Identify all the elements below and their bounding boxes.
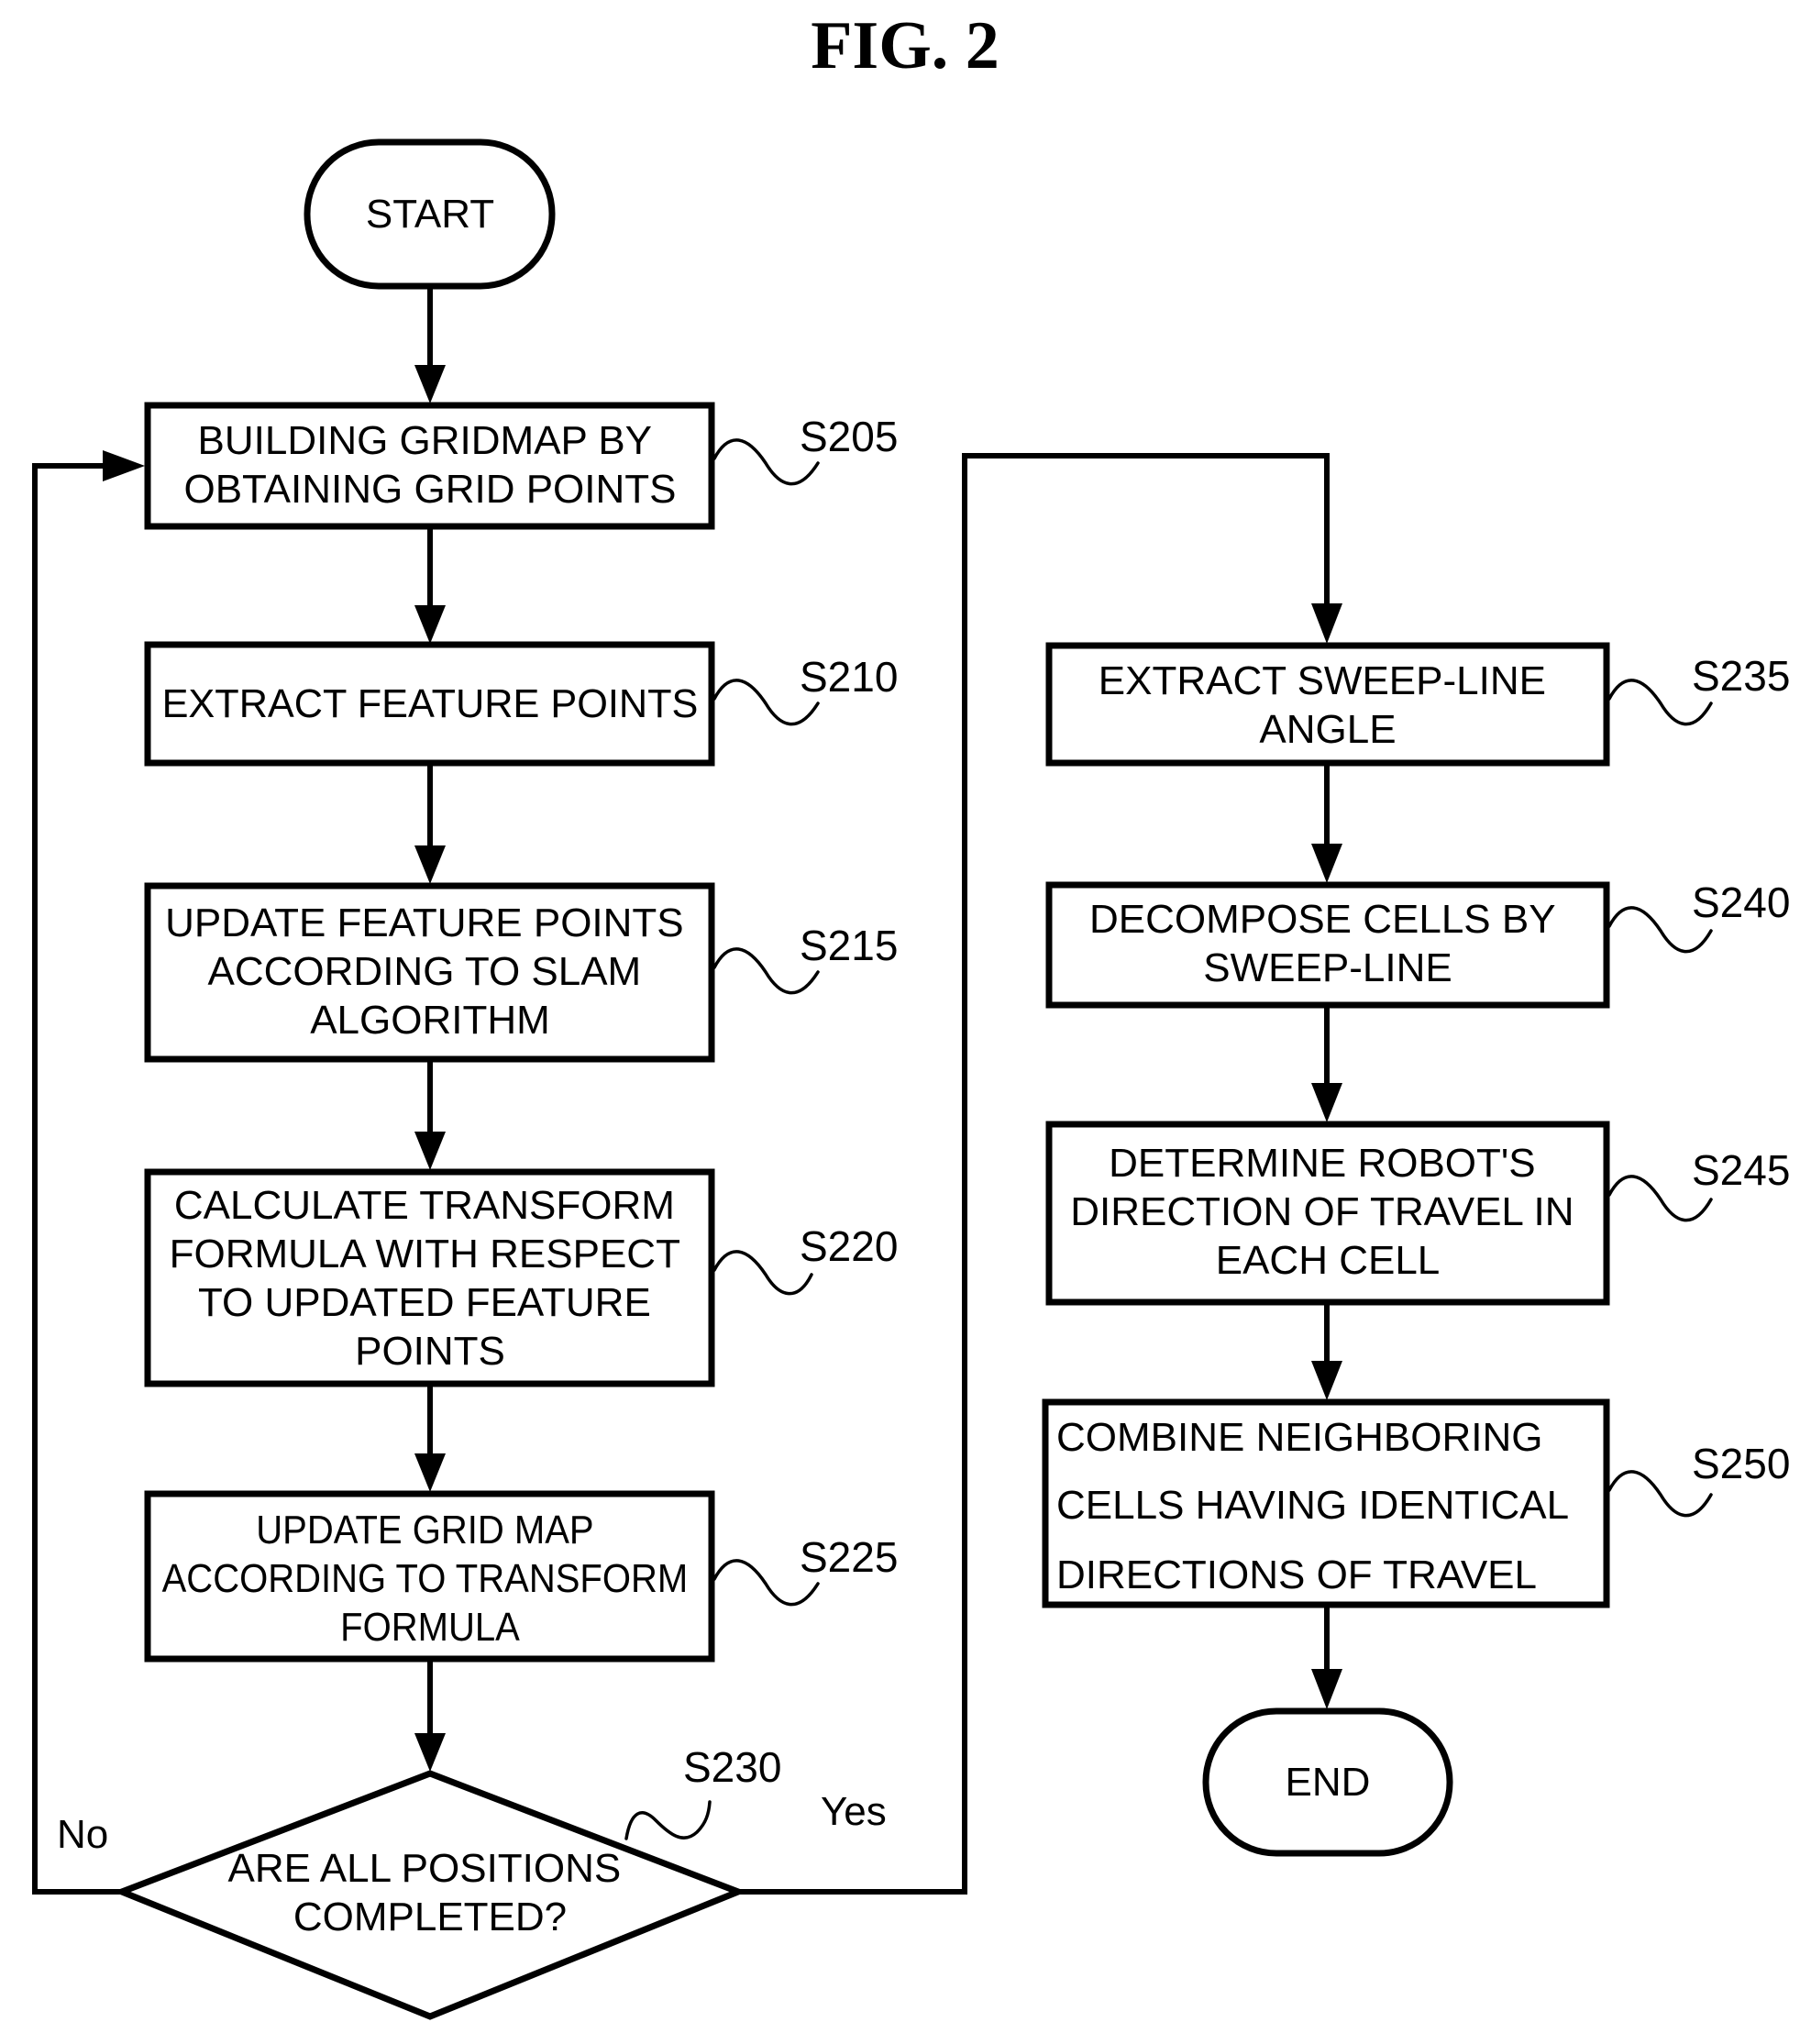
- step-s250-id: S250: [1692, 1440, 1790, 1487]
- step-s215-id: S215: [800, 922, 898, 969]
- step-s250-text: COMBINE NEIGHBORING CELLS HAVING IDENTIC…: [1056, 1415, 1579, 1597]
- start-label: START: [366, 192, 494, 237]
- arrowhead-icon: [1311, 1669, 1342, 1709]
- step-s210[interactable]: EXTRACT FEATURE POINTS S210: [144, 641, 898, 767]
- arrowhead-icon: [1311, 603, 1342, 644]
- step-s210-text: EXTRACT FEATURE POINTS: [162, 682, 699, 726]
- step-s220[interactable]: CALCULATE TRANSFORM FORMULA WITH RESPECT…: [144, 1168, 898, 1387]
- leader-squiggle: [624, 1800, 712, 1840]
- arrowhead-icon: [1311, 1083, 1342, 1122]
- step-s235[interactable]: EXTRACT SWEEP-LINE ANGLE S235: [1045, 642, 1790, 767]
- arrowhead-icon: [414, 1132, 446, 1170]
- connector-no-loop: [32, 463, 122, 1895]
- flowchart: FIG. 2 START BUILDING GRIDMAP BY OBTAINI…: [32, 8, 1790, 2020]
- step-s240-id: S240: [1692, 878, 1790, 926]
- step-s250[interactable]: COMBINE NEIGHBORING CELLS HAVING IDENTIC…: [1042, 1398, 1790, 1608]
- step-s225-id: S225: [800, 1533, 898, 1581]
- step-s235-id: S235: [1692, 652, 1790, 700]
- step-s215[interactable]: UPDATE FEATURE POINTS ACCORDING TO SLAM …: [144, 882, 898, 1063]
- decision-s230[interactable]: ARE ALL POSITIONS COMPLETED? S230 Yes No: [57, 1743, 887, 2020]
- step-s245-id: S245: [1692, 1146, 1790, 1194]
- end-terminator[interactable]: END: [1202, 1707, 1453, 1857]
- step-s210-id: S210: [800, 653, 898, 701]
- arrowhead-icon: [103, 450, 145, 481]
- step-s220-id: S220: [800, 1222, 898, 1270]
- step-s205-id: S205: [800, 413, 898, 460]
- arrowhead-icon: [1311, 1361, 1342, 1400]
- decision-s230-id: S230: [683, 1743, 781, 1791]
- step-s205[interactable]: BUILDING GRIDMAP BY OBTAINING GRID POINT…: [144, 402, 898, 530]
- step-s240[interactable]: DECOMPOSE CELLS BY SWEEP-LINE S240: [1045, 878, 1790, 1009]
- arrowhead-icon: [414, 605, 446, 644]
- arrowhead-icon: [1311, 844, 1342, 883]
- arrowhead-icon: [414, 845, 446, 884]
- no-branch-label: No: [57, 1812, 108, 1857]
- figure-title: FIG. 2: [811, 8, 999, 83]
- step-s225[interactable]: UPDATE GRID MAP ACCORDING TO TRANSFORM F…: [144, 1490, 898, 1663]
- yes-branch-label: Yes: [821, 1789, 887, 1834]
- arrowhead-icon: [414, 365, 446, 403]
- start-terminator[interactable]: START: [304, 138, 556, 290]
- arrowhead-icon: [414, 1453, 446, 1492]
- arrowhead-icon: [414, 1733, 446, 1772]
- end-label: END: [1286, 1760, 1371, 1805]
- step-s245[interactable]: DETERMINE ROBOT'S DIRECTION OF TRAVEL IN…: [1045, 1121, 1790, 1306]
- leader-squiggle: [712, 1250, 813, 1296]
